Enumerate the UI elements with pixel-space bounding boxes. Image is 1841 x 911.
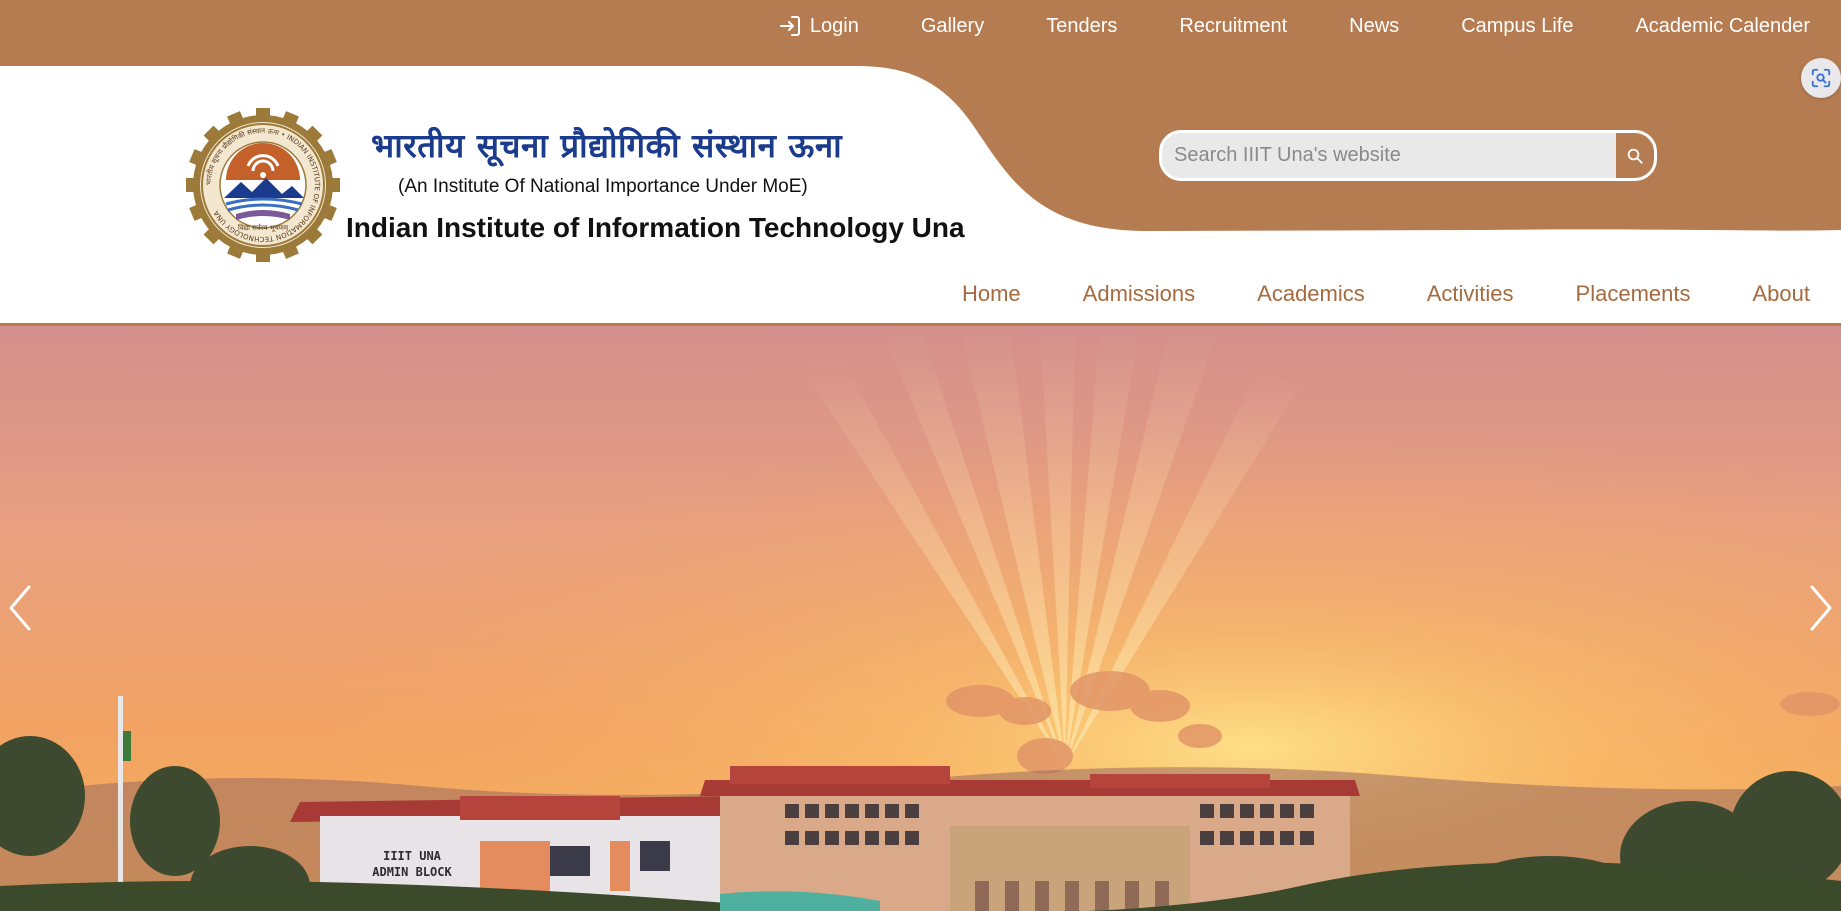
institute-logo[interactable]: भारतीय सूचना प्रौद्योगिकी संस्थान ऊना • … (186, 108, 340, 262)
login-link[interactable]: Login (778, 14, 859, 38)
nav-admissions[interactable]: Admissions (1083, 281, 1195, 307)
screenshot-lens-button[interactable] (1801, 58, 1841, 98)
carousel-next-button[interactable] (1801, 578, 1841, 638)
nav-activities[interactable]: Activities (1427, 281, 1514, 307)
top-utility-bar: Login Gallery Tenders Recruitment News C… (0, 0, 1841, 52)
hero-image: IIIT UNA ADMIN BLOCK (0, 326, 1841, 911)
admin-block-sign-line2: ADMIN BLOCK (372, 865, 452, 879)
site-search (1159, 130, 1657, 181)
nav-divider (0, 323, 1841, 326)
chevron-right-icon (1806, 583, 1836, 633)
institute-tagline: (An Institute Of National Importance Und… (398, 176, 808, 197)
top-link-news[interactable]: News (1349, 15, 1399, 38)
nav-academics[interactable]: Academics (1257, 281, 1365, 307)
nav-placements[interactable]: Placements (1576, 281, 1691, 307)
academic-block-building (700, 766, 1360, 911)
hero-carousel: IIIT UNA ADMIN BLOCK (0, 326, 1841, 911)
search-input[interactable] (1162, 133, 1616, 178)
chevron-left-icon (5, 583, 35, 633)
login-label: Login (809, 14, 859, 37)
top-link-gallery[interactable]: Gallery (921, 15, 984, 38)
logo-motto: विद्या सर्वस्य भूषणम् (238, 223, 289, 232)
admin-block-sign-line1: IIIT UNA (383, 849, 442, 863)
nav-about[interactable]: About (1753, 281, 1811, 307)
institute-name-english: Indian Institute of Information Technolo… (346, 212, 965, 243)
main-navigation: Home Admissions Academics Activities Pla… (962, 276, 1810, 312)
top-link-tenders[interactable]: Tenders (1046, 15, 1117, 38)
carousel-prev-button[interactable] (0, 578, 40, 638)
top-link-recruitment[interactable]: Recruitment (1179, 15, 1287, 38)
institute-name-hindi: भारतीय सूचना प्रौद्योगिकी संस्थान ऊना (371, 126, 843, 165)
search-icon (1626, 147, 1644, 165)
top-link-academic-calender[interactable]: Academic Calender (1635, 15, 1810, 38)
nav-home[interactable]: Home (962, 281, 1021, 307)
top-links: Login Gallery Tenders Recruitment News C… (778, 0, 1810, 52)
lens-icon (1810, 67, 1832, 89)
top-link-campus-life[interactable]: Campus Life (1461, 15, 1573, 38)
login-icon (778, 14, 802, 38)
search-button[interactable] (1616, 133, 1654, 178)
